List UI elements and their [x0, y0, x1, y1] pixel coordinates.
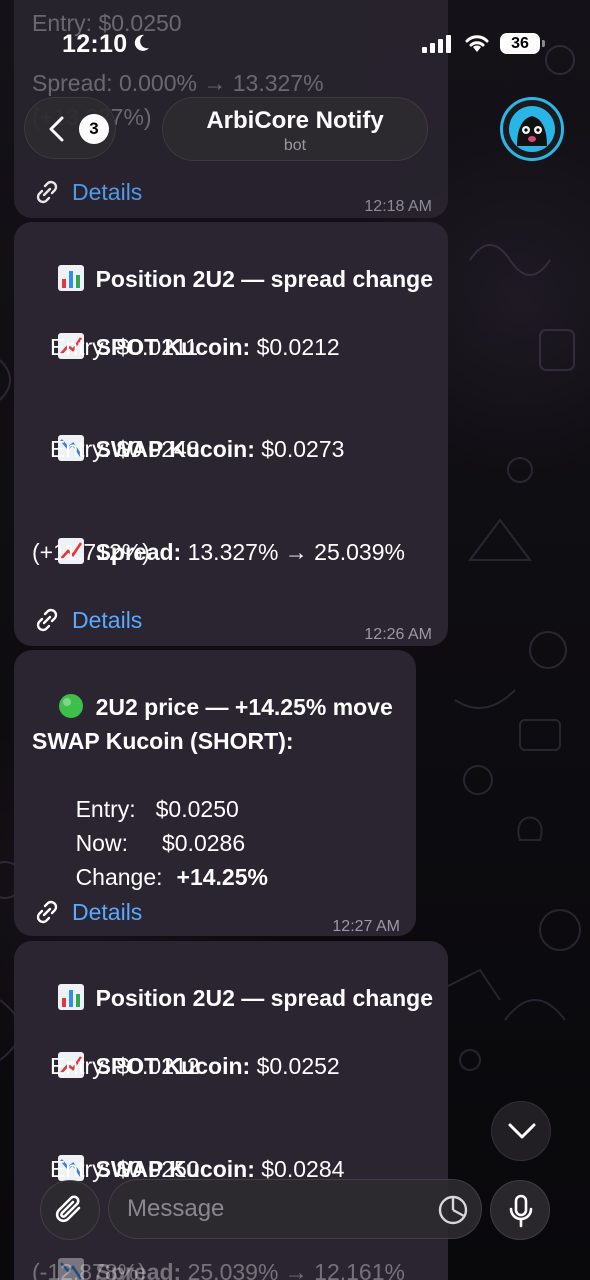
spread-value: 13.327% → 25.039%	[181, 539, 405, 565]
message-header-text: Position 2U2 — spread change	[95, 266, 433, 292]
change-value: +14.25%	[176, 864, 268, 890]
change-label: Change:	[75, 864, 163, 890]
message-input[interactable]	[127, 1192, 417, 1226]
message-header-text: Position 2U2 — spread change	[95, 985, 433, 1011]
details-link[interactable]: Details	[32, 603, 142, 637]
details-link-label: Details	[72, 899, 143, 925]
scroll-to-bottom-button[interactable]	[491, 1101, 551, 1161]
details-link-label: Details	[72, 607, 143, 633]
chat-title: ArbiCore Notify	[206, 107, 384, 134]
message-header-text: 2U2 price — +14.25% move	[95, 694, 393, 720]
swap-value: $0.0273	[254, 436, 345, 462]
paperclip-icon	[55, 1195, 81, 1223]
signal-icon	[422, 35, 451, 53]
spot-value: $0.0212	[250, 334, 340, 360]
chat-subtitle: bot	[283, 137, 307, 154]
message-time: 12:26 AM	[364, 626, 432, 643]
avatar-image	[509, 106, 555, 152]
chat-title-pill[interactable]: ArbiCore Notify bot	[162, 97, 428, 161]
status-bar: 12:10 36	[0, 0, 590, 90]
link-icon	[36, 900, 58, 924]
chevron-down-icon	[508, 1123, 536, 1139]
message-time: 12:27 AM	[332, 918, 400, 935]
bar-chart-icon	[57, 984, 84, 1010]
sticker-icon[interactable]	[437, 1194, 469, 1226]
spread-delta: (+11.712%)	[32, 539, 150, 565]
spot-entry: Entry: $0.0212	[50, 1053, 200, 1079]
attach-button[interactable]	[40, 1180, 100, 1240]
spread-value: 25.039% → 12.161%	[181, 1259, 405, 1280]
swap-title: SWAP Kucoin (SHORT):	[32, 728, 294, 754]
message-time: 12:18 AM	[364, 198, 432, 215]
back-button[interactable]: 3	[24, 97, 116, 159]
link-icon	[36, 180, 58, 204]
spot-value: $0.0252	[250, 1053, 340, 1079]
spot-entry: Entry: $0.0211	[50, 334, 198, 360]
bar-chart-icon	[57, 265, 84, 291]
details-link[interactable]: Details	[32, 895, 142, 929]
unread-count-badge: 3	[79, 114, 109, 144]
microphone-icon	[509, 1194, 533, 1228]
message-bubble: Position 2U2 — spread change SPOT Kucoin…	[14, 222, 448, 646]
chevron-left-icon	[49, 116, 64, 142]
moon-icon	[134, 34, 149, 51]
spread-delta: (-12.878%)	[32, 1259, 146, 1280]
bot-avatar[interactable]	[500, 97, 564, 161]
battery-indicator: 36	[500, 33, 545, 54]
details-link[interactable]: Details	[32, 175, 142, 209]
details-link-label: Details	[72, 179, 143, 205]
message-bubble: 2U2 price — +14.25% move SWAP Kucoin (SH…	[14, 650, 416, 936]
swap-entry: Entry: $0.0248	[50, 436, 200, 462]
wifi-icon	[465, 35, 489, 52]
message-field[interactable]	[108, 1179, 482, 1239]
voice-record-button[interactable]	[490, 1180, 550, 1240]
link-icon	[36, 608, 58, 632]
green-circle-icon	[58, 694, 83, 718]
status-time: 12:10	[62, 30, 128, 58]
